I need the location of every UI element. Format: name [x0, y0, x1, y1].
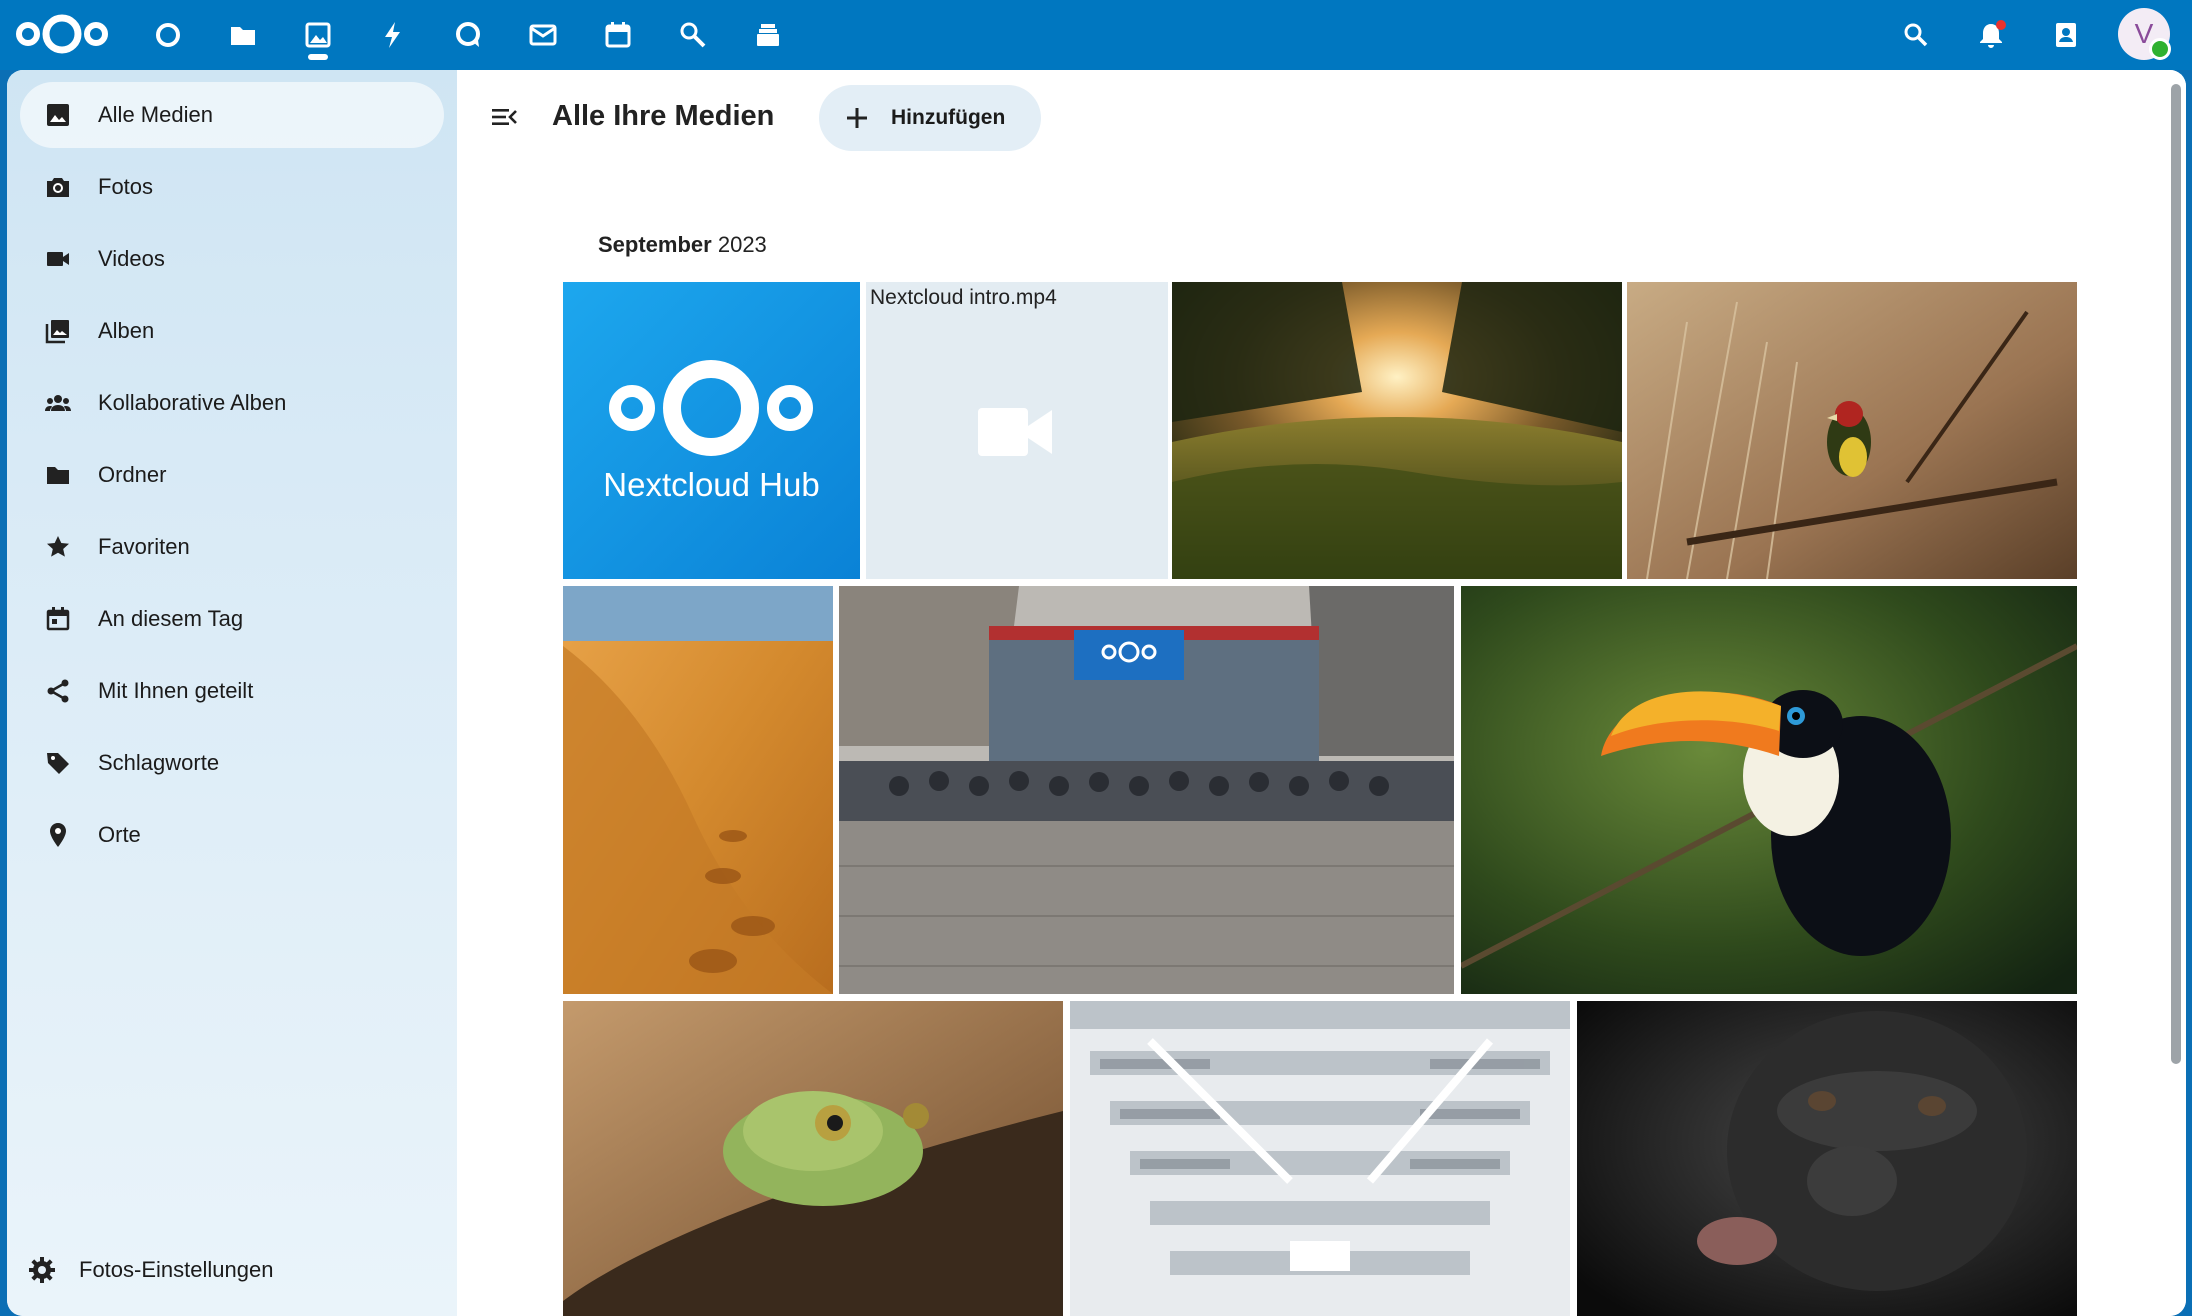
- sidebar-item-label: Ordner: [98, 462, 167, 487]
- nextcloud-logo[interactable]: [14, 10, 110, 58]
- media-tile-gorilla[interactable]: [1577, 1001, 2077, 1316]
- sidebar-item-label: Videos: [98, 246, 165, 271]
- sidebar-item-alle-medien[interactable]: Alle Medien: [20, 82, 444, 148]
- sidebar-item-favoriten[interactable]: Favoriten: [20, 514, 444, 580]
- talk-icon[interactable]: [447, 14, 489, 56]
- sidebar-item-label: An diesem Tag: [98, 606, 244, 631]
- mail-icon[interactable]: [522, 14, 564, 56]
- media-tile-video[interactable]: Nextcloud intro.mp4: [866, 282, 1168, 579]
- albums-icon: [44, 317, 72, 345]
- sidebar-item-an-diesem-tag[interactable]: An diesem Tag: [20, 586, 444, 652]
- media-tile-frog[interactable]: [563, 1001, 1063, 1316]
- logo-tile-text: Nextcloud Hub: [603, 466, 820, 503]
- media-tile-desert[interactable]: [563, 586, 833, 994]
- add-button[interactable]: Hinzufügen: [819, 85, 1041, 151]
- sidebar-item-videos[interactable]: Videos: [20, 226, 444, 292]
- search-icon[interactable]: [1895, 14, 1937, 56]
- sidebar-item-label: Favoriten: [98, 534, 190, 559]
- photos-icon[interactable]: [297, 14, 339, 56]
- page-title: Alle Ihre Medien: [552, 100, 775, 132]
- top-bar: V: [0, 0, 2192, 70]
- gear-icon: [29, 1257, 55, 1283]
- calendar-icon[interactable]: [597, 14, 639, 56]
- sidebar-item-kollaborative-alben[interactable]: Kollaborative Alben: [20, 370, 444, 436]
- scrollbar[interactable]: [2171, 84, 2181, 1064]
- month-heading: September 2023: [598, 232, 767, 257]
- search-app-icon[interactable]: [672, 14, 714, 56]
- media-tile-toucan[interactable]: [1461, 586, 2077, 994]
- people-icon: [44, 389, 72, 417]
- sidebar-item-schlagworte[interactable]: Schlagworte: [20, 730, 444, 796]
- image-icon: [44, 101, 72, 129]
- online-status-badge: [2149, 38, 2171, 60]
- media-tile-group-photo[interactable]: [839, 586, 1454, 994]
- sidebar-item-mit-ihnen-geteilt[interactable]: Mit Ihnen geteilt: [20, 658, 444, 724]
- dashboard-icon[interactable]: [147, 14, 189, 56]
- tag-icon: [44, 749, 72, 777]
- notification-badge: [1996, 20, 2006, 30]
- files-icon[interactable]: [222, 14, 264, 56]
- media-tile-library[interactable]: [1070, 1001, 1570, 1316]
- sidebar-item-alben[interactable]: Alben: [20, 298, 444, 364]
- media-tile-vineyard[interactable]: [1172, 282, 1622, 579]
- sidebar-item-ordner[interactable]: Ordner: [20, 442, 444, 508]
- sidebar-toggle-icon[interactable]: [489, 102, 519, 132]
- notifications-icon[interactable]: [1970, 14, 2012, 56]
- sidebar-item-orte[interactable]: Orte: [20, 802, 444, 868]
- media-tile-finch[interactable]: [1627, 282, 2077, 579]
- sidebar-item-label: Kollaborative Alben: [98, 390, 287, 415]
- calendar-icon: [44, 605, 72, 633]
- sidebar-item-label: Fotos: [98, 174, 154, 199]
- sidebar-item-label: Alle Medien: [98, 102, 213, 127]
- sidebar-item-label: Orte: [98, 822, 141, 847]
- contacts-icon[interactable]: [2045, 14, 2087, 56]
- video-icon: [978, 408, 1052, 456]
- camera-icon: [44, 173, 72, 201]
- video-filename: Nextcloud intro.mp4: [870, 286, 1057, 309]
- app-frame: Alle Medien Fotos Videos Alben Kollabora…: [7, 70, 2186, 1316]
- map-marker-icon: [44, 821, 72, 849]
- video-icon: [44, 245, 72, 273]
- sidebar-item-label: Mit Ihnen geteilt: [98, 678, 254, 703]
- share-icon: [44, 677, 72, 705]
- sidebar-item-label: Schlagworte: [98, 750, 220, 775]
- star-icon: [44, 533, 72, 561]
- sidebar-item-label: Alben: [98, 318, 155, 343]
- settings-label: Fotos-Einstellungen: [79, 1257, 274, 1282]
- activity-icon[interactable]: [372, 14, 414, 56]
- main-content: Alle Ihre Medien Hinzufügen September 20…: [457, 70, 2186, 1316]
- sidebar-item-fotos[interactable]: Fotos: [20, 154, 444, 220]
- sidebar: Alle Medien Fotos Videos Alben Kollabora…: [7, 70, 457, 1316]
- plus-icon: [847, 108, 867, 128]
- folder-icon: [44, 461, 72, 489]
- media-tile-nextcloud-hub[interactable]: Nextcloud Hub: [563, 282, 860, 579]
- nextcloud-hub-logo: [563, 282, 860, 579]
- active-app-indicator: [308, 54, 328, 60]
- photos-settings-button[interactable]: Fotos-Einstellungen: [27, 1248, 273, 1292]
- deck-icon[interactable]: [747, 14, 789, 56]
- add-button-label: Hinzufügen: [891, 106, 1006, 129]
